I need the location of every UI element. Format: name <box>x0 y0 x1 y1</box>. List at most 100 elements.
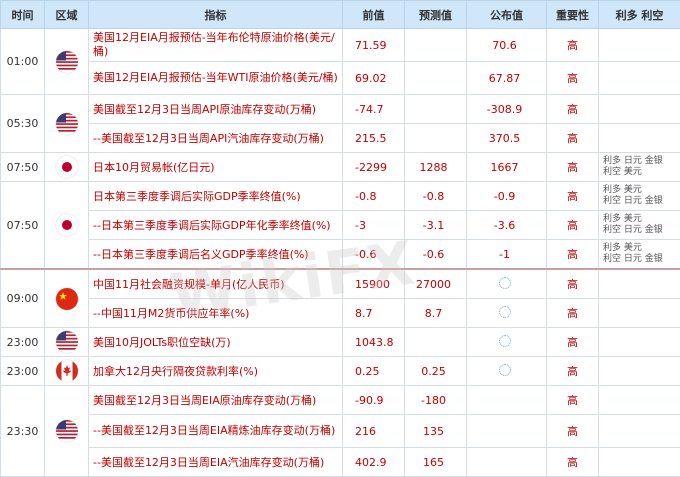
previous-value: -90.9 <box>342 385 405 415</box>
table-row[interactable]: --中国11月M2货币供应年率(%) 8.7 8.7 高 <box>1 298 680 328</box>
actual-value: -3.6 <box>466 210 547 240</box>
col-indicator[interactable]: 指标 <box>88 0 343 29</box>
forecast-value: 0.25 <box>404 356 467 386</box>
col-importance[interactable]: 重要性 <box>546 0 599 29</box>
table-row[interactable]: 美国12月EIA月报预估-当年WTI原油价格(美元/桶) 69.02 67.87 高 <box>1 61 680 95</box>
calendar-body: 01:00 美国12月EIA月报预估-当年布伦特原油价格(美元/桶) 71.59 70… <box>0 28 680 477</box>
col-effect[interactable]: 利多 利空 <box>598 0 680 29</box>
table-row[interactable]: 05:30 美国截至12月3日当周API原油库存变动(万桶) -74.7 -308.9… <box>0 94 680 153</box>
effect-cell: 利多 美元 利空 日元 金银 <box>598 239 680 270</box>
indicator-name[interactable]: 美国截至12月3日当周EIA原油库存变动(万桶) <box>88 385 343 415</box>
col-region[interactable]: 区域 <box>44 0 89 29</box>
table-row[interactable]: 07:50 日本10月贸易帐(亿日元) -2299 1288 1667 高利多 日元 金银… <box>0 152 680 182</box>
us-flag-icon <box>55 331 78 353</box>
actual-value: 70.6 <box>466 28 547 62</box>
previous-value: 71.59 <box>342 28 405 62</box>
previous-value: -3 <box>342 210 405 240</box>
previous-value: 1043.8 <box>342 327 405 357</box>
table-row[interactable]: 09:00 中国11月社会融资规模-单月(亿人民币) 15900 27000 高 <box>0 268 680 328</box>
region-cell <box>44 327 89 357</box>
col-prev[interactable]: 前值 <box>342 0 405 29</box>
previous-value: 69.02 <box>342 61 405 95</box>
indicator-name[interactable]: --中国11月M2货币供应年率(%) <box>88 298 343 328</box>
event-time: 23:00 <box>0 356 45 386</box>
indicator-name[interactable]: 美国12月EIA月报预估-当年布伦特原油价格(美元/桶) <box>88 28 343 62</box>
region-cell <box>44 268 89 328</box>
effect-line: 利空 美元 <box>603 167 642 177</box>
indicator-name[interactable]: 日本第三季度季调后实际GDP季率终值(%) <box>88 181 343 211</box>
forecast-value: 8.7 <box>404 298 467 328</box>
forecast-value <box>404 28 467 62</box>
effect-cell <box>598 327 680 357</box>
importance-value: 高 <box>546 123 599 153</box>
event-time: 07:50 <box>0 181 45 270</box>
importance-value: 高 <box>546 414 599 448</box>
table-row[interactable]: 07:50 日本第三季度季调后实际GDP季率终值(%) -0.8 -0.8 -0.9 高利… <box>0 181 680 270</box>
table-row[interactable]: --日本第三季度季调后名义GDP季率终值(%) -0.6 -0.6 -1 高利多 美元利… <box>1 239 680 270</box>
effect-line: 利多 日元 金银 <box>603 156 663 166</box>
forecast-value: 27000 <box>404 268 467 299</box>
indicator-name[interactable]: 美国12月EIA月报预估-当年WTI原油价格(美元/桶) <box>88 61 343 95</box>
previous-value: -2299 <box>342 152 405 182</box>
forecast-value: 1288 <box>404 152 467 182</box>
actual-value <box>466 327 547 357</box>
importance-value: 高 <box>546 94 599 124</box>
event-time: 05:30 <box>0 94 45 153</box>
actual-value <box>466 385 547 415</box>
loading-spinner-icon <box>498 363 511 376</box>
actual-value <box>466 298 547 328</box>
actual-value: 67.87 <box>466 61 547 95</box>
col-actual[interactable]: 公布值 <box>466 0 547 29</box>
indicator-name[interactable]: 加拿大12月央行隔夜贷款利率(%) <box>88 356 343 386</box>
effect-cell <box>598 268 680 299</box>
table-row[interactable]: 23:30 美国截至12月3日当周EIA原油库存变动(万桶) -90.9 -180 高 <box>0 385 680 477</box>
importance-value: 高 <box>546 268 599 299</box>
indicator-name[interactable]: 美国截至12月3日当周API原油库存变动(万桶) <box>88 94 343 124</box>
importance-value: 高 <box>546 385 599 415</box>
table-row[interactable]: --美国截至12月3日当周API汽油库存变动(万桶) 215.5 370.5 高 <box>1 123 680 153</box>
event-time: 07:50 <box>0 152 45 182</box>
indicator-name[interactable]: --美国截至12月3日当周EIA精炼油库存变动(万桶) <box>88 414 343 448</box>
previous-value: -0.8 <box>342 181 405 211</box>
previous-value: -74.7 <box>342 94 405 124</box>
table-row[interactable]: --日本第三季度季调后实际GDP年化季率终值(%) -3 -3.1 -3.6 高利多 美… <box>1 210 680 240</box>
effect-line: 利空 日元 金银 <box>603 254 663 264</box>
event-time: 09:00 <box>0 268 45 328</box>
actual-value <box>466 356 547 386</box>
previous-value: 15900 <box>342 268 405 299</box>
effect-cell: 利多 美元 利空 日元 金银 <box>598 181 680 211</box>
forecast-value: -0.6 <box>404 239 467 270</box>
col-forecast[interactable]: 预测值 <box>404 0 467 29</box>
event-time: 01:00 <box>0 28 45 95</box>
indicator-name[interactable]: 日本10月贸易帐(亿日元) <box>88 152 343 182</box>
event-time: 23:00 <box>0 327 45 357</box>
indicator-name[interactable]: --美国截至12月3日当周API汽油库存变动(万桶) <box>88 123 343 153</box>
previous-value: 215.5 <box>342 123 405 153</box>
indicator-name[interactable]: 中国11月社会融资规模-单月(亿人民币) <box>88 268 343 299</box>
effect-cell <box>598 28 680 62</box>
japan-flag-icon <box>55 156 78 178</box>
importance-value: 高 <box>546 61 599 95</box>
effect-line: 利空 日元 金银 <box>603 225 663 235</box>
effect-cell <box>598 356 680 386</box>
indicator-name[interactable]: --日本第三季度季调后名义GDP季率终值(%) <box>88 239 343 270</box>
actual-value <box>466 447 547 477</box>
table-row[interactable]: 01:00 美国12月EIA月报预估-当年布伦特原油价格(美元/桶) 71.59 70… <box>0 28 680 95</box>
table-row[interactable]: --美国截至12月3日当周EIA汽油库存变动(万桶) 402.9 165 高 <box>1 447 680 477</box>
table-row[interactable]: --美国截至12月3日当周EIA精炼油库存变动(万桶) 216 135 高 <box>1 414 680 448</box>
region-cell <box>44 385 89 477</box>
indicator-name[interactable]: --美国截至12月3日当周EIA汽油库存变动(万桶) <box>88 447 343 477</box>
effect-cell: 利多 日元 金银 利空 美元 <box>598 152 680 182</box>
indicator-name[interactable]: 美国10月JOLTs职位空缺(万) <box>88 327 343 357</box>
forecast-value: -0.8 <box>404 181 467 211</box>
importance-value: 高 <box>546 447 599 477</box>
table-row[interactable]: 23:00 美国10月JOLTs职位空缺(万) 1043.8 高 <box>0 327 680 357</box>
indicator-name[interactable]: --日本第三季度季调后实际GDP年化季率终值(%) <box>88 210 343 240</box>
effect-line: 利多 美元 <box>603 185 642 195</box>
actual-value <box>466 414 547 448</box>
actual-value <box>466 268 547 299</box>
event-time: 23:30 <box>0 385 45 477</box>
col-time[interactable]: 时间 <box>0 0 45 29</box>
table-row[interactable]: 23:00 加拿大12月央行隔夜贷款利率(%) 0.25 0.25 高 <box>0 356 680 386</box>
actual-value: -308.9 <box>466 94 547 124</box>
